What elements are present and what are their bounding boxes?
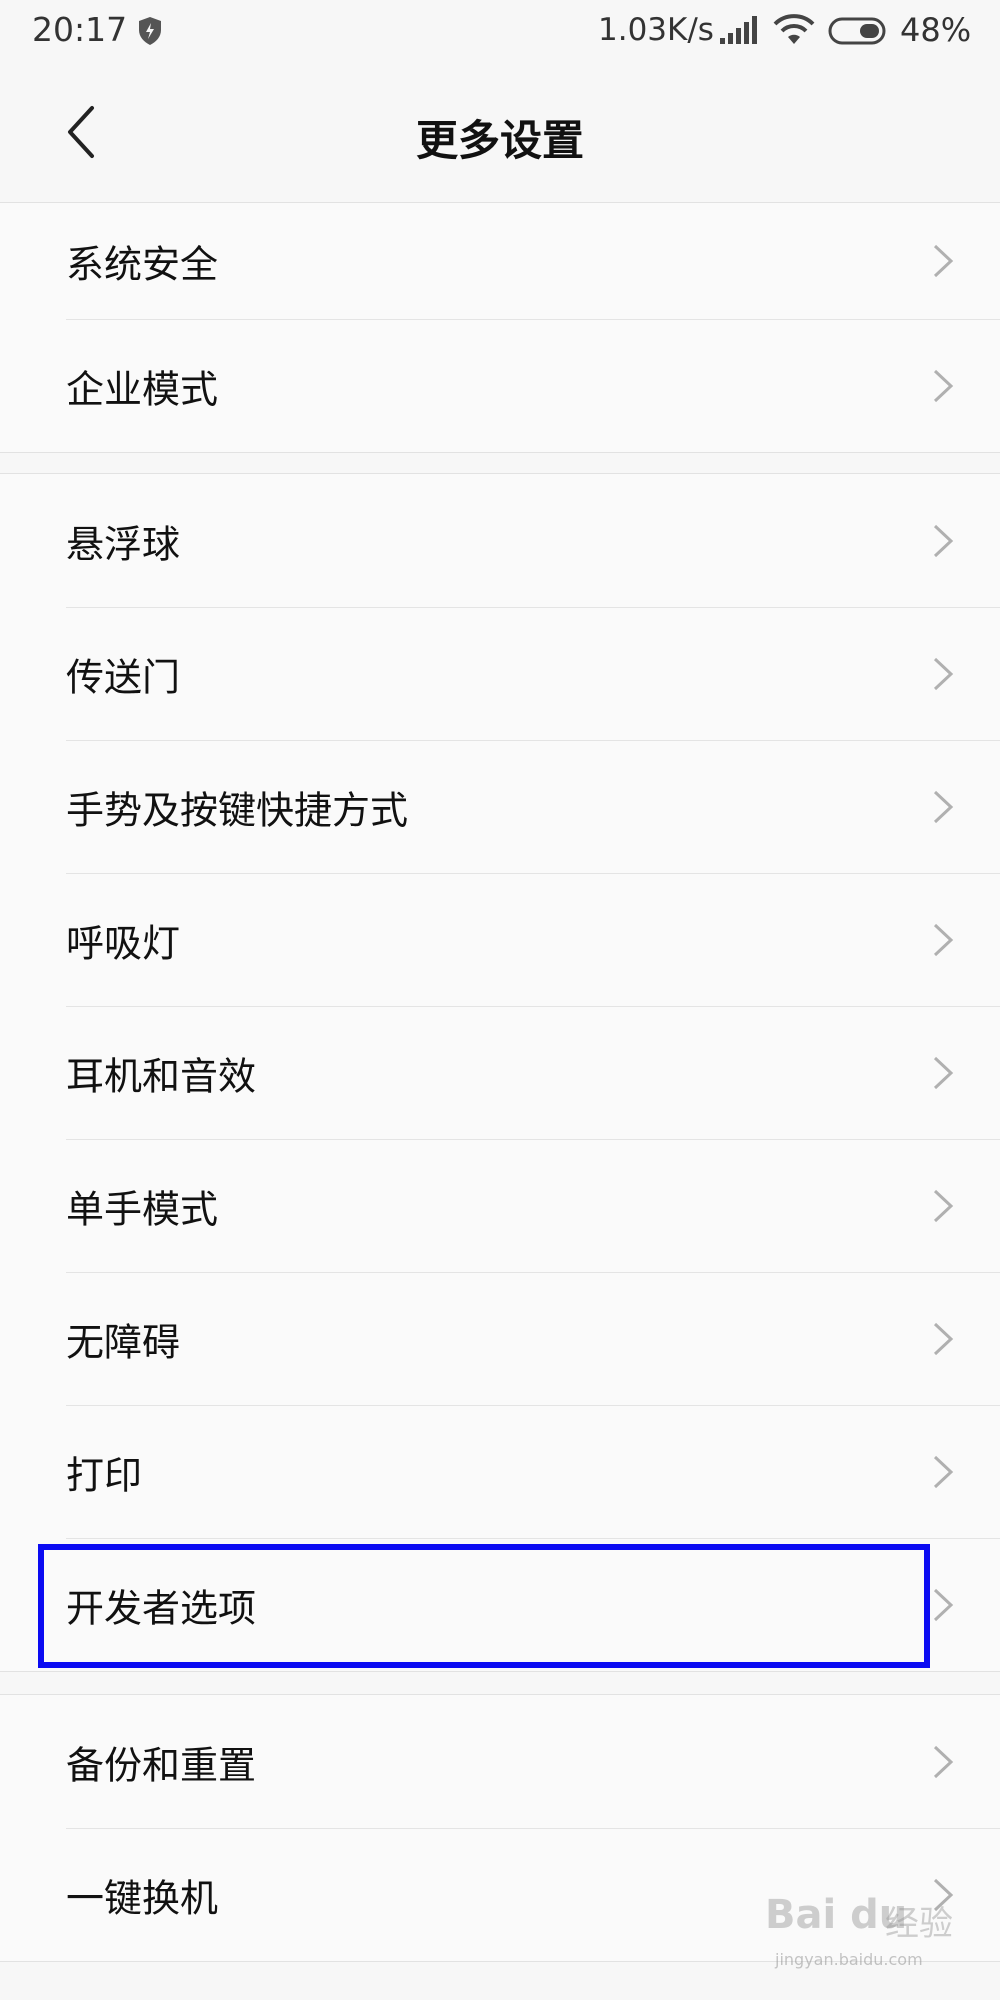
settings-group-security: 系统安全 企业模式 bbox=[0, 202, 1000, 453]
settings-item-label: 无障碍 bbox=[66, 1320, 181, 1364]
settings-item-label: 开发者选项 bbox=[66, 1586, 257, 1630]
settings-item-label: 打印 bbox=[66, 1453, 143, 1497]
settings-item-label: 一键换机 bbox=[66, 1876, 219, 1920]
chevron-right-icon bbox=[932, 1587, 954, 1623]
settings-item-label: 手势及按键快捷方式 bbox=[66, 788, 409, 832]
signal-icon bbox=[720, 16, 760, 44]
settings-item-label: 悬浮球 bbox=[66, 522, 181, 566]
screen: 20:17 1.03K/s 48% 更多设置 系统安全 企业模式 悬浮球 传送门… bbox=[0, 0, 1000, 2000]
settings-group-features: 悬浮球 传送门 手势及按键快捷方式 呼吸灯 耳机和音效 单手模式 无障碍 打印 … bbox=[0, 473, 1000, 1672]
chevron-right-icon bbox=[932, 656, 954, 692]
settings-item-headphones-audio[interactable]: 耳机和音效 bbox=[0, 1006, 1000, 1139]
settings-item-printing[interactable]: 打印 bbox=[0, 1405, 1000, 1538]
settings-item-label: 单手模式 bbox=[66, 1187, 219, 1231]
settings-group-backup: 备份和重置 一键换机 bbox=[0, 1694, 1000, 1962]
settings-item-label: 呼吸灯 bbox=[66, 921, 181, 965]
chevron-right-icon bbox=[932, 1188, 954, 1224]
battery-percent: 48% bbox=[900, 11, 972, 49]
shield-bolt-icon bbox=[137, 16, 163, 46]
settings-item-label: 备份和重置 bbox=[66, 1743, 257, 1787]
settings-item-system-security[interactable]: 系统安全 bbox=[0, 203, 1000, 319]
chevron-right-icon bbox=[932, 1744, 954, 1780]
settings-item-one-click-migration[interactable]: 一键换机 bbox=[0, 1828, 1000, 1961]
status-bar: 20:17 1.03K/s 48% bbox=[0, 0, 1000, 62]
settings-item-enterprise-mode[interactable]: 企业模式 bbox=[0, 319, 1000, 452]
settings-item-label: 传送门 bbox=[66, 655, 181, 699]
chevron-right-icon bbox=[932, 789, 954, 825]
settings-item-portal[interactable]: 传送门 bbox=[0, 607, 1000, 740]
chevron-right-icon bbox=[932, 1055, 954, 1091]
title-bar: 更多设置 bbox=[0, 62, 1000, 202]
settings-item-one-hand-mode[interactable]: 单手模式 bbox=[0, 1139, 1000, 1272]
status-time: 20:17 bbox=[32, 10, 128, 49]
network-speed: 1.03K/s bbox=[598, 12, 714, 48]
chevron-right-icon bbox=[932, 1454, 954, 1490]
page-title: 更多设置 bbox=[415, 116, 584, 165]
settings-item-backup-reset[interactable]: 备份和重置 bbox=[0, 1695, 1000, 1828]
chevron-right-icon bbox=[932, 1877, 954, 1913]
settings-item-developer-options[interactable]: 开发者选项 bbox=[0, 1538, 1000, 1671]
settings-item-label: 耳机和音效 bbox=[66, 1054, 257, 1098]
settings-item-breathing-light[interactable]: 呼吸灯 bbox=[0, 873, 1000, 1006]
chevron-right-icon bbox=[932, 243, 954, 279]
chevron-right-icon bbox=[932, 1321, 954, 1357]
wifi-icon bbox=[772, 14, 816, 46]
settings-item-gestures-shortcuts[interactable]: 手势及按键快捷方式 bbox=[0, 740, 1000, 873]
chevron-right-icon bbox=[932, 922, 954, 958]
settings-item-accessibility[interactable]: 无障碍 bbox=[0, 1272, 1000, 1405]
settings-item-label: 企业模式 bbox=[66, 367, 219, 411]
chevron-right-icon bbox=[932, 368, 954, 404]
chevron-right-icon bbox=[932, 523, 954, 559]
settings-item-floating-ball[interactable]: 悬浮球 bbox=[0, 474, 1000, 607]
settings-item-label: 系统安全 bbox=[66, 242, 219, 287]
battery-icon bbox=[828, 17, 890, 45]
